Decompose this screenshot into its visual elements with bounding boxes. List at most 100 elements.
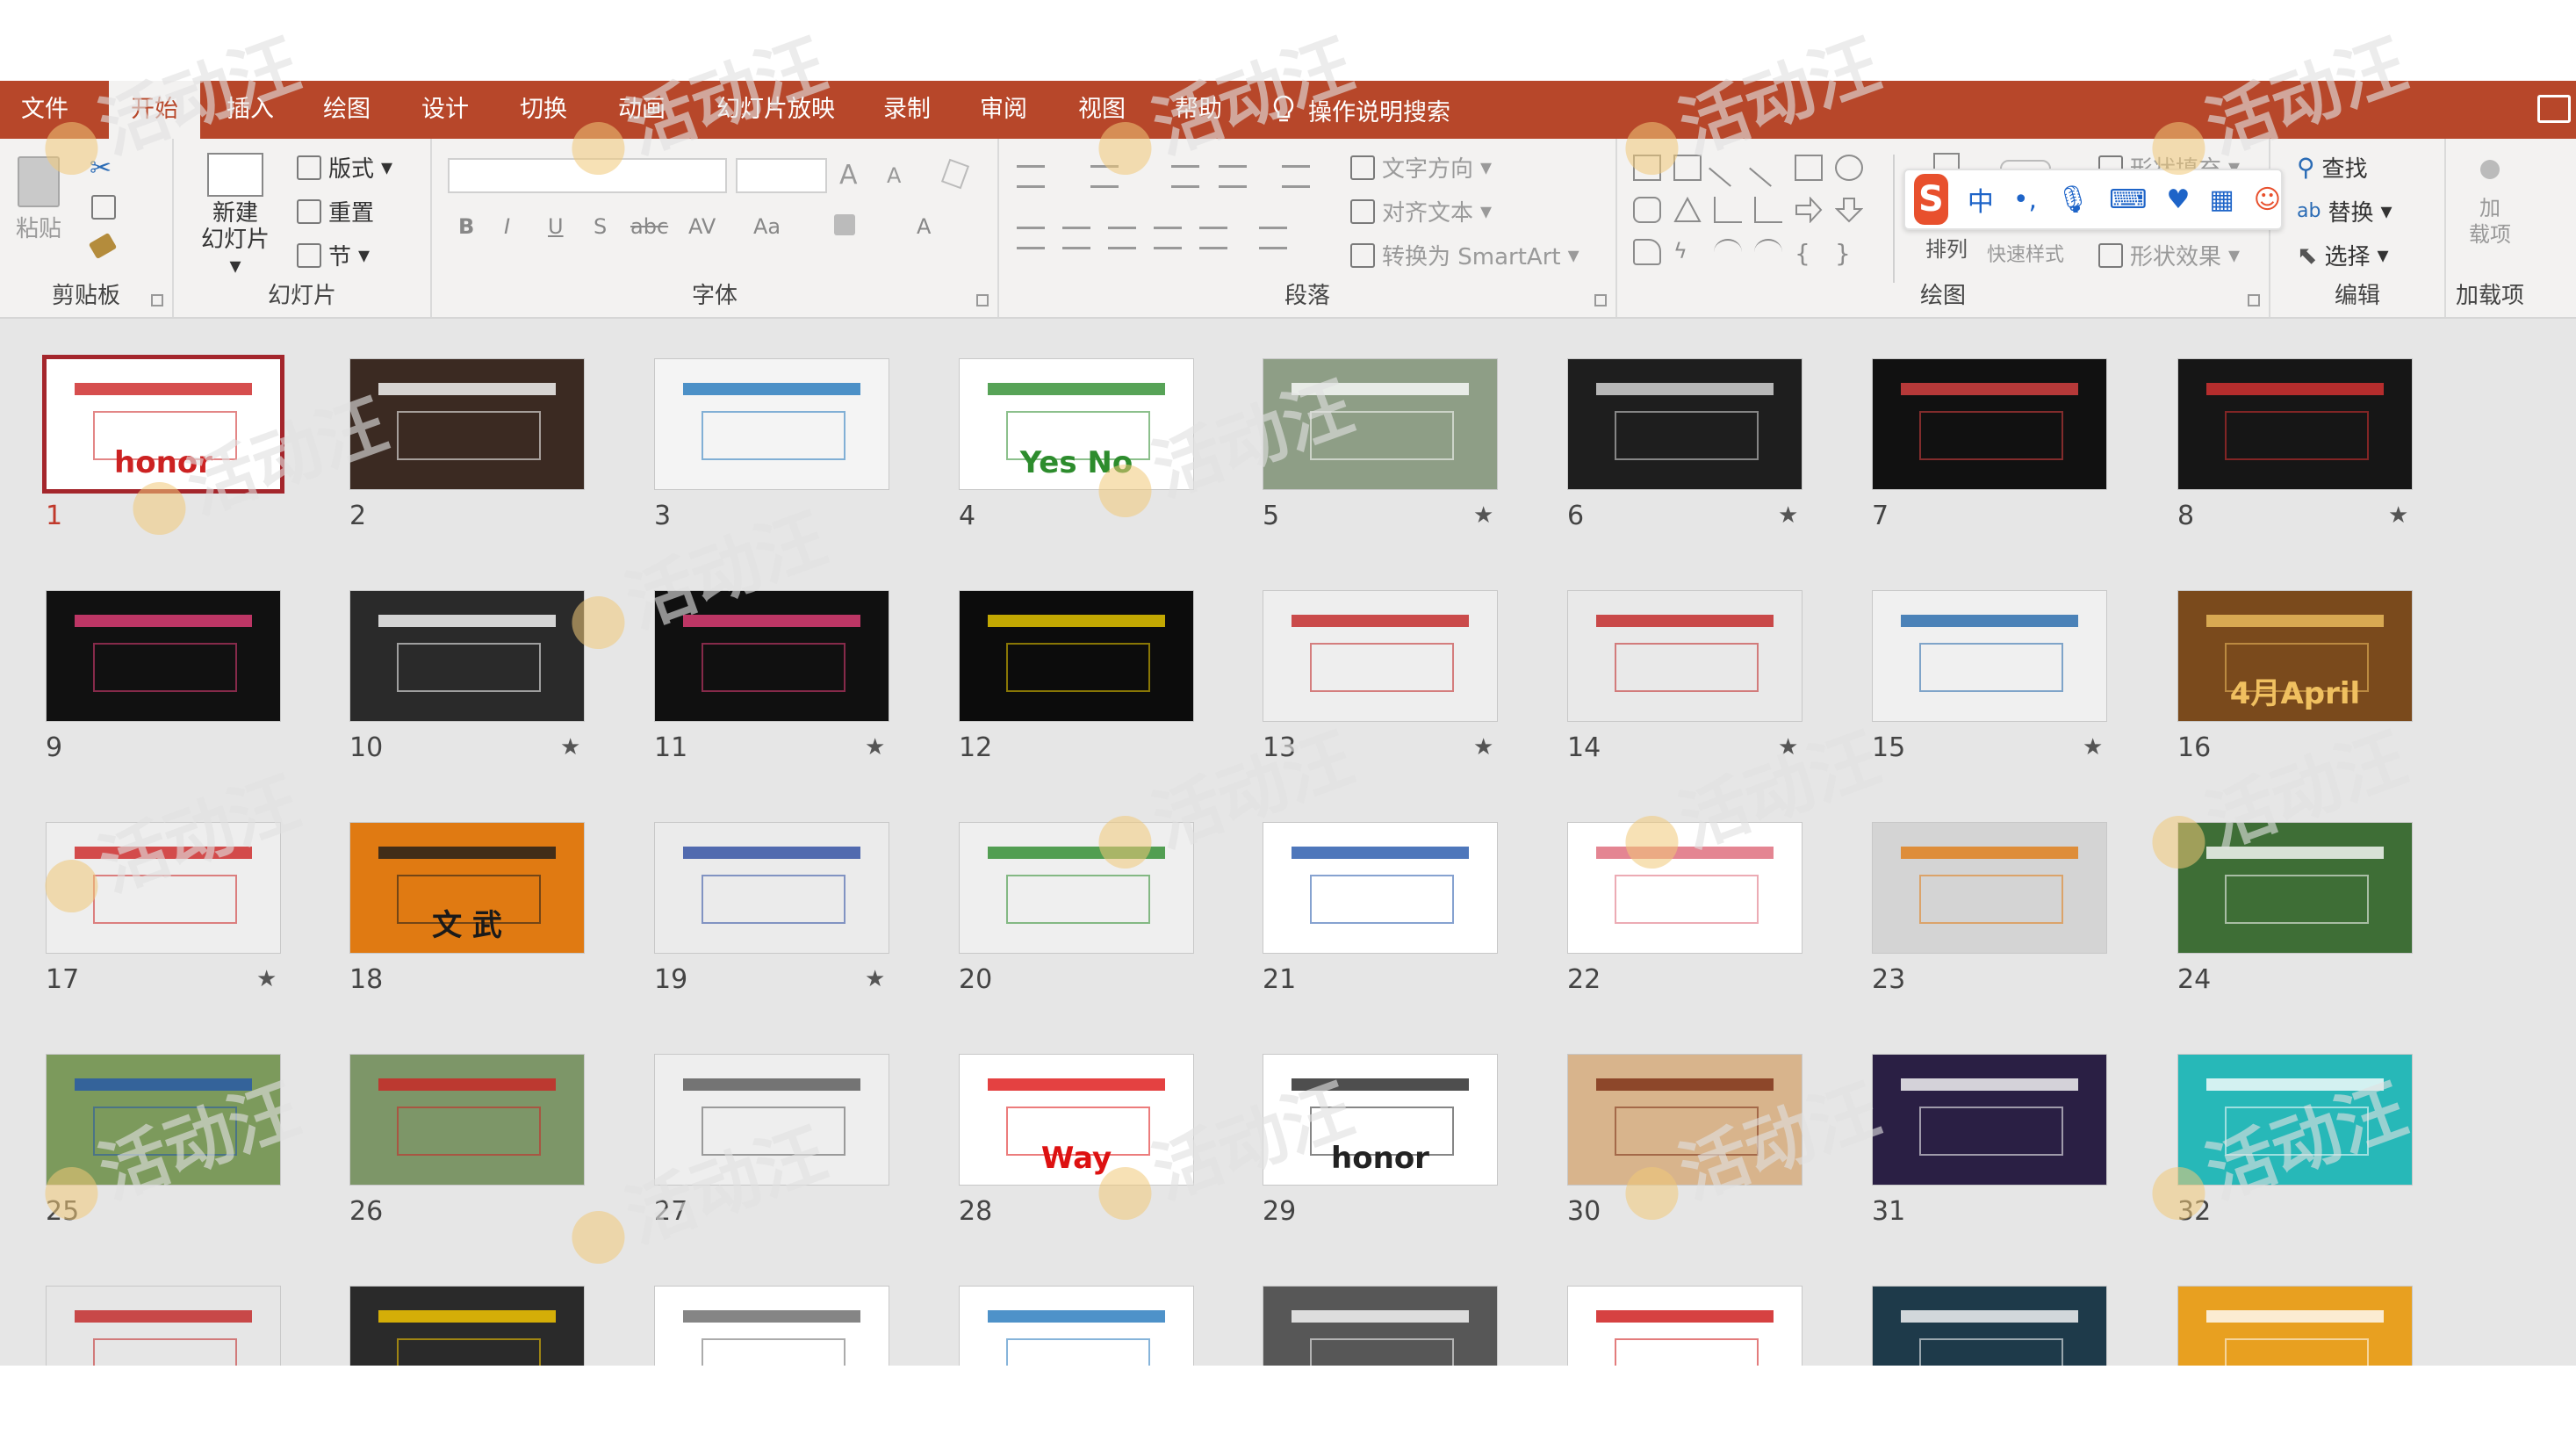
elbow-arrow-shape-icon[interactable] <box>1754 197 1782 223</box>
slide-thumbnail[interactable] <box>1567 590 1802 722</box>
arc-shape-icon[interactable] <box>1714 239 1742 265</box>
slide-thumbnail[interactable] <box>1872 358 2107 490</box>
slide-thumbnail[interactable] <box>2177 822 2413 954</box>
slide-thumbnail[interactable]: honor <box>42 355 284 494</box>
strikethrough-button[interactable]: abc <box>630 214 668 239</box>
reset-button[interactable]: 重置 <box>297 195 374 227</box>
char-spacing-button[interactable]: AV <box>688 214 716 239</box>
slide-thumbnail[interactable] <box>46 1054 281 1186</box>
slide-thumbnail[interactable] <box>1263 1286 1498 1366</box>
slide-thumbnail[interactable] <box>959 1286 1194 1366</box>
underline-button[interactable]: U <box>548 214 564 239</box>
slide-thumbnail[interactable] <box>654 1054 889 1186</box>
new-slide-button[interactable]: 新建 幻灯片 ▾ <box>193 153 277 279</box>
clipboard-launcher[interactable] <box>151 294 163 306</box>
slide-thumbnail[interactable] <box>1872 1054 2107 1186</box>
distributed-icon[interactable] <box>1199 227 1227 249</box>
slide-thumbnail[interactable] <box>349 1286 585 1366</box>
slide-thumbnail[interactable] <box>46 1286 281 1366</box>
text-direction-button[interactable]: 文字方向 ▾ <box>1350 151 1492 184</box>
tab-design[interactable]: 设计 <box>411 81 479 139</box>
tab-view[interactable]: 视图 <box>1068 81 1136 139</box>
tab-animations[interactable]: 动画 <box>608 81 676 139</box>
rounded-rect-shape-icon[interactable] <box>1633 197 1661 223</box>
keyboard-icon[interactable]: ⌨ <box>2109 184 2147 215</box>
tab-help[interactable]: 帮助 <box>1164 81 1233 139</box>
columns-icon[interactable] <box>1259 227 1287 249</box>
shapes-gallery[interactable]: ϟ { } <box>1633 148 1914 286</box>
select-button[interactable]: ⬉ 选择 ▾ <box>2297 239 2389 271</box>
slide-thumbnail[interactable] <box>2177 1286 2413 1366</box>
italic-button[interactable]: I <box>504 214 510 239</box>
right-brace-shape-icon[interactable]: } <box>1835 239 1863 268</box>
tab-slideshow[interactable]: 幻灯片放映 <box>706 81 845 139</box>
decrease-indent-icon[interactable] <box>1171 165 1199 188</box>
vtextbox-shape-icon[interactable] <box>1673 155 1702 181</box>
slide-thumbnail[interactable] <box>349 358 585 490</box>
triangle-shape-icon[interactable] <box>1673 196 1702 223</box>
slide-thumbnail[interactable]: 文 武 <box>349 822 585 954</box>
bullets-icon[interactable] <box>1017 165 1045 188</box>
font-color-button[interactable]: A <box>917 214 931 239</box>
align-text-button[interactable]: 对齐文本 ▾ <box>1350 195 1492 227</box>
slide-thumbnail[interactable] <box>1263 358 1498 490</box>
numbering-icon[interactable] <box>1090 165 1119 188</box>
ime-toolbar[interactable]: S 中 •, 🎙 ⌨ ♥ ▦ ☺ <box>1903 169 2283 230</box>
slide-thumbnail[interactable] <box>1872 590 2107 722</box>
slide-thumbnail[interactable]: honor <box>1263 1054 1498 1186</box>
lightning-shape-icon[interactable]: ϟ <box>1673 239 1702 265</box>
clear-format-icon[interactable] <box>940 158 970 190</box>
paragraph-launcher[interactable] <box>1594 294 1607 306</box>
oval-shape-icon[interactable] <box>1835 155 1863 181</box>
change-case-button[interactable]: Aa <box>753 214 781 239</box>
textbox-shape-icon[interactable] <box>1633 155 1661 181</box>
rect-shape-icon[interactable] <box>1795 155 1823 181</box>
shadow-button[interactable]: S <box>594 214 607 239</box>
freeform-shape-icon[interactable] <box>1633 239 1661 265</box>
slide-thumbnail[interactable]: Yes No <box>959 358 1194 490</box>
slide-thumbnail[interactable] <box>2177 358 2413 490</box>
addins-button[interactable]: 加 载项 <box>2446 160 2534 248</box>
slide-thumbnail[interactable] <box>654 358 889 490</box>
slide-thumbnail[interactable] <box>1567 358 1802 490</box>
elbow-shape-icon[interactable] <box>1714 197 1742 223</box>
layout-button[interactable]: 版式 ▾ <box>297 151 392 184</box>
format-painter-icon[interactable] <box>88 232 118 260</box>
slide-thumbnail[interactable] <box>1872 1286 2107 1366</box>
comments-icon[interactable] <box>2537 95 2571 123</box>
tab-insert[interactable]: 插入 <box>216 81 284 139</box>
align-right-icon[interactable] <box>1108 227 1136 249</box>
slide-thumbnail[interactable] <box>654 1286 889 1366</box>
smartart-button[interactable]: 转换为 SmartArt ▾ <box>1350 239 1579 271</box>
slide-thumbnail[interactable] <box>2177 1054 2413 1186</box>
slide-thumbnail[interactable] <box>349 590 585 722</box>
slide-thumbnail[interactable] <box>1567 1054 1802 1186</box>
find-button[interactable]: ⚲ 查找 <box>2297 151 2368 184</box>
copy-icon[interactable] <box>91 195 116 220</box>
slide-thumbnail[interactable] <box>46 822 281 954</box>
slide-thumbnail[interactable] <box>1872 822 2107 954</box>
drawing-launcher[interactable] <box>2248 294 2260 306</box>
justify-icon[interactable] <box>1154 227 1182 249</box>
slide-thumbnail[interactable] <box>1567 822 1802 954</box>
bold-button[interactable]: B <box>458 214 474 239</box>
tab-record[interactable]: 录制 <box>873 81 941 139</box>
slide-thumbnail[interactable] <box>46 590 281 722</box>
apps-grid-icon[interactable]: ▦ <box>2209 184 2234 215</box>
slide-thumbnail[interactable] <box>959 590 1194 722</box>
slide-thumbnail[interactable] <box>654 590 889 722</box>
slide-thumbnail[interactable] <box>654 822 889 954</box>
align-left-icon[interactable] <box>1017 227 1045 249</box>
ime-avatar-icon[interactable]: ☺ <box>2254 184 2281 215</box>
left-brace-shape-icon[interactable]: { <box>1795 239 1823 268</box>
arrow-shape-icon[interactable] <box>1749 148 1788 187</box>
curve-shape-icon[interactable] <box>1754 239 1782 265</box>
shape-effects-button[interactable]: 形状效果 ▾ <box>2098 239 2240 271</box>
slide-thumbnail[interactable]: NOW <box>1567 1286 1802 1366</box>
section-button[interactable]: 节 ▾ <box>297 239 370 271</box>
tab-transitions[interactable]: 切换 <box>509 81 578 139</box>
slide-thumbnail[interactable]: 4月April <box>2177 590 2413 722</box>
increase-indent-icon[interactable] <box>1219 165 1247 188</box>
increase-font-icon[interactable]: A <box>839 160 858 191</box>
paste-button[interactable]: 粘贴 <box>16 156 61 243</box>
